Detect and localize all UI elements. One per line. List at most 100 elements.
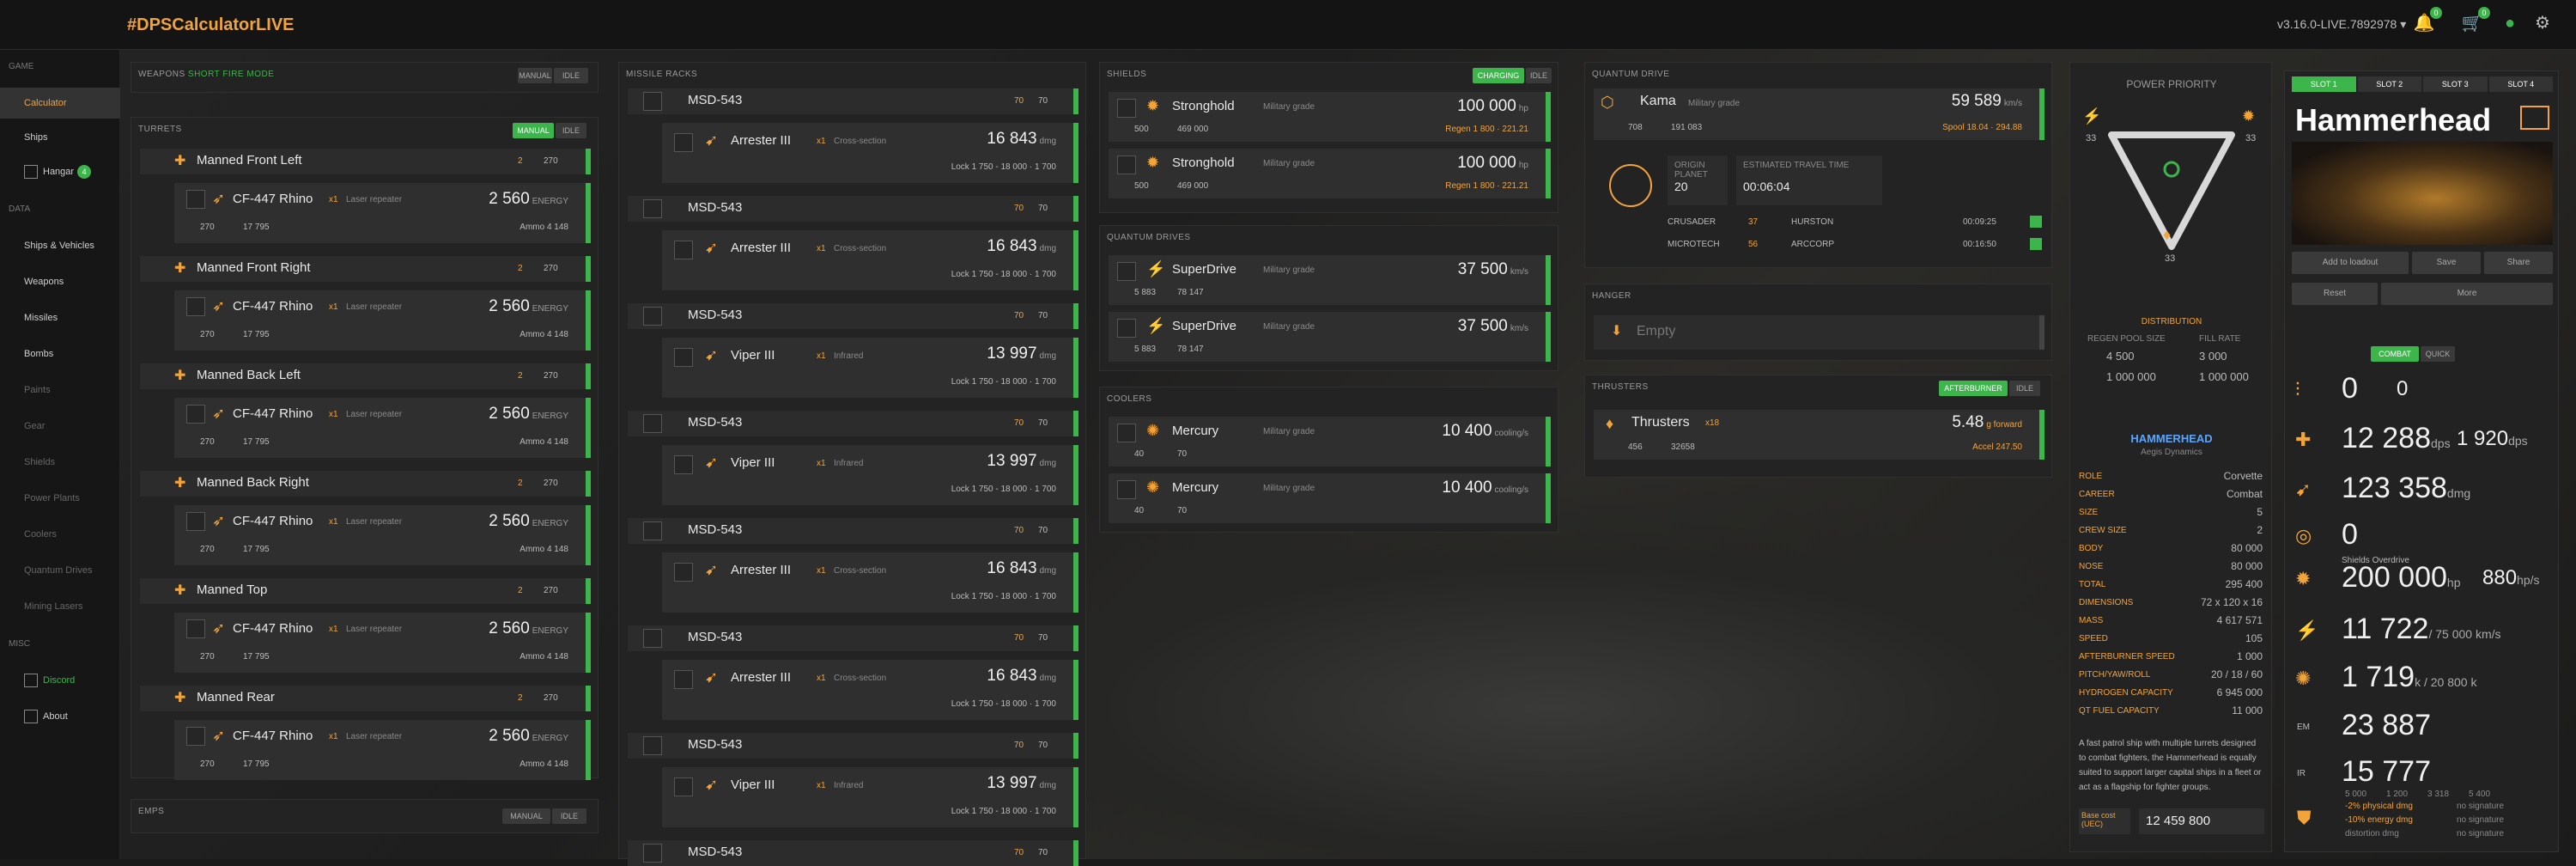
more-button[interactable]: More — [2381, 283, 2553, 305]
turrets-toggle-manual[interactable]: MANUAL — [513, 123, 554, 138]
slot-tab[interactable]: SLOT 3 — [2423, 76, 2488, 92]
weapons-toggle-idle[interactable]: IDLE — [554, 68, 588, 83]
route-go-button[interactable] — [2030, 238, 2042, 250]
rack-header[interactable]: MSD-543 70 70 — [628, 303, 1078, 329]
missile-row[interactable]: ➹ Arrester III x1 Cross-section 16 843 dmg Loc… — [662, 552, 1078, 613]
sidebar-item-missiles[interactable]: Missiles — [0, 302, 120, 333]
thrusters-row[interactable]: ♦ Thrusters x18 456 32658 5.48 g forward … — [1594, 410, 2044, 460]
coolers-slot[interactable] — [1117, 480, 1136, 499]
weapon-row[interactable]: ➶ CF-447 Rhino x1 Laser repeater 270 17 795 2 … — [174, 720, 591, 780]
weapon-slot[interactable] — [186, 190, 205, 209]
weapon-row[interactable]: ➶ CF-447 Rhino x1 Laser repeater 270 17 795 2 … — [174, 613, 591, 673]
weapon-slot[interactable] — [186, 297, 205, 316]
missile-row[interactable]: ➹ Viper III x1 Infrared 13 997 dmg Lock 1 750 … — [662, 767, 1078, 827]
shields-toggle-idle[interactable]: IDLE — [1526, 68, 1552, 83]
turret-header[interactable]: ✚ Manned Rear 2 270 — [140, 686, 591, 711]
rack-header[interactable]: MSD-543 70 70 — [628, 88, 1078, 114]
turret-header[interactable]: ✚ Manned Back Left 2 270 — [140, 363, 591, 389]
rack-slot[interactable] — [643, 844, 662, 863]
missile-row[interactable]: ➹ Viper III x1 Infrared 13 997 dmg Lock 1 750 … — [662, 445, 1078, 505]
weapon-row[interactable]: ➶ CF-447 Rhino x1 Laser repeater 270 17 795 2 … — [174, 398, 591, 458]
sidebar-item-quantum-drives[interactable]: Quantum Drives — [0, 555, 120, 586]
shields-slot[interactable] — [1117, 99, 1136, 118]
missile-slot[interactable] — [674, 241, 693, 259]
thrusters-toggle-idle[interactable]: IDLE — [2009, 381, 2040, 396]
sidebar-item-power-plants[interactable]: Power Plants — [0, 483, 120, 514]
weapon-slot[interactable] — [186, 512, 205, 531]
rack-slot[interactable] — [643, 736, 662, 755]
route-go-button[interactable] — [2030, 216, 2042, 228]
coolers-row[interactable]: ✺ Mercury Military grade 40 70 10 400 cooling/… — [1109, 417, 1551, 467]
missile-row[interactable]: ➹ Arrester III x1 Cross-section 16 843 dmg Loc… — [662, 123, 1078, 183]
missile-slot[interactable] — [674, 455, 693, 474]
quantum-row[interactable]: ⚡ SuperDrive Military grade 5 883 78 147 37 5… — [1109, 312, 1551, 362]
rack-slot[interactable] — [643, 199, 662, 218]
rack-slot[interactable] — [643, 521, 662, 540]
shields-toggle-charging[interactable]: CHARGING — [1473, 68, 1524, 83]
quantum-slot[interactable] — [1117, 262, 1136, 281]
sidebar-item-weapons[interactable]: Weapons — [0, 266, 120, 297]
missile-slot[interactable] — [674, 670, 693, 689]
slot-tab[interactable]: SLOT 4 — [2488, 76, 2553, 92]
coolers-row[interactable]: ✺ Mercury Military grade 40 70 10 400 cooling/… — [1109, 473, 1551, 523]
coolers-slot[interactable] — [1117, 424, 1136, 442]
app-logo[interactable]: #DPSCalculatorLIVE — [127, 15, 295, 35]
quantum-slot[interactable] — [1117, 319, 1136, 338]
hanger-slot[interactable]: ⬇ Empty — [1594, 315, 2044, 350]
cart-icon[interactable]: 🛒 0 — [2461, 7, 2490, 34]
emps-toggle-manual[interactable]: MANUAL — [502, 808, 550, 824]
missile-row[interactable]: ➹ Arrester III x1 Cross-section 16 843 dmg Loc… — [662, 230, 1078, 290]
rack-header[interactable]: MSD-543 70 70 — [628, 733, 1078, 759]
sidebar-item-gear[interactable]: Gear — [0, 411, 120, 442]
mode-toggle-combat[interactable]: COMBAT — [2371, 346, 2419, 362]
rack-header[interactable]: MSD-543 70 70 — [628, 625, 1078, 651]
rack-header[interactable]: MSD-543 70 70 — [628, 196, 1078, 222]
quantum-row[interactable]: ⚡ SuperDrive Military grade 5 883 78 147 37 5… — [1109, 255, 1551, 305]
sidebar-item-ships-vehicles[interactable]: Ships & Vehicles — [0, 230, 120, 261]
gear-icon[interactable]: ⚙ — [2531, 12, 2554, 34]
sidebar-item-discord[interactable]: Discord — [0, 665, 120, 696]
missile-row[interactable]: ➹ Viper III x1 Infrared 13 997 dmg Lock 1 750 … — [662, 338, 1078, 398]
qd-row[interactable]: ⬡ Kama Military grade 708 191 083 59 589… — [1594, 88, 2044, 140]
share-button[interactable]: Share — [2484, 252, 2553, 274]
bell-icon[interactable]: 🔔 0 — [2413, 7, 2442, 34]
turret-header[interactable]: ✚ Manned Back Right 2 270 — [140, 471, 591, 497]
shields-row[interactable]: ✹ Stronghold Military grade 500 469 000 100 0… — [1109, 92, 1551, 142]
shields-slot[interactable] — [1117, 156, 1136, 174]
emps-toggle-idle[interactable]: IDLE — [552, 808, 586, 824]
rack-slot[interactable] — [643, 629, 662, 648]
version-select[interactable]: v3.16.0-LIVE.7892978 ▾ — [2277, 17, 2406, 32]
save-button[interactable]: Save — [2412, 252, 2481, 274]
slot-tab[interactable]: SLOT 2 — [2357, 76, 2421, 92]
missile-slot[interactable] — [674, 133, 693, 152]
weapon-slot[interactable] — [186, 405, 205, 424]
sidebar-item-bombs[interactable]: Bombs — [0, 338, 120, 369]
turret-header[interactable]: ✚ Manned Top 2 270 — [140, 578, 591, 604]
user-icon[interactable]: ● — [2499, 12, 2521, 34]
rack-slot[interactable] — [643, 307, 662, 326]
sidebar-item-about[interactable]: About — [0, 701, 120, 732]
slot-tab[interactable]: SLOT 1 — [2292, 76, 2356, 92]
power-triangle[interactable] — [2094, 118, 2249, 290]
sidebar-item-calculator[interactable]: Calculator — [0, 88, 120, 119]
rack-slot[interactable] — [643, 92, 662, 111]
weapons-toggle-manual[interactable]: MANUAL — [518, 68, 552, 83]
weapon-row[interactable]: ➶ CF-447 Rhino x1 Laser repeater 270 17 795 2 … — [174, 505, 591, 565]
sidebar-item-shields[interactable]: Shields — [0, 447, 120, 478]
rack-header[interactable]: MSD-543 70 70 — [628, 411, 1078, 436]
sidebar-item-mining-lasers[interactable]: Mining Lasers — [0, 591, 120, 622]
sidebar-item-coolers[interactable]: Coolers — [0, 519, 120, 550]
turret-header[interactable]: ✚ Manned Front Left 2 270 — [140, 149, 591, 174]
sidebar-item-hangar[interactable]: Hangar 4 — [0, 156, 120, 187]
weapon-row[interactable]: ➶ CF-447 Rhino x1 Laser repeater 270 17 795 2 … — [174, 183, 591, 243]
add-loadout-button[interactable]: Add to loadout — [2292, 252, 2409, 274]
missile-row[interactable]: ➹ Arrester III x1 Cross-section 16 843 dmg Loc… — [662, 660, 1078, 720]
rack-header[interactable]: MSD-543 70 70 — [628, 518, 1078, 544]
missile-slot[interactable] — [674, 563, 693, 582]
weapon-slot[interactable] — [186, 619, 205, 638]
mode-toggle-quick[interactable]: QUICK — [2421, 346, 2455, 362]
weapon-row[interactable]: ➶ CF-447 Rhino x1 Laser repeater 270 17 795 2 … — [174, 290, 591, 351]
missile-slot[interactable] — [674, 778, 693, 796]
sidebar-item-ships[interactable]: Ships — [0, 122, 120, 153]
thrusters-toggle-afterburner[interactable]: AFTERBURNER — [1939, 381, 2008, 396]
